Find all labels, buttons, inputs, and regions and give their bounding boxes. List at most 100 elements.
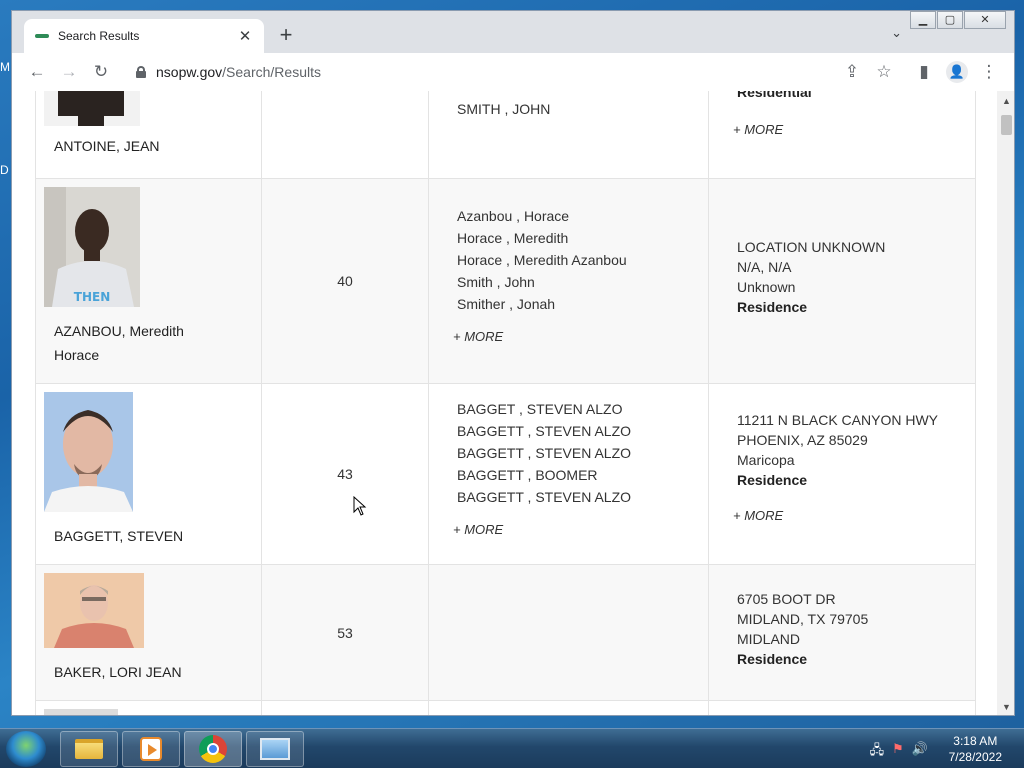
offender-photo[interactable]	[44, 573, 144, 648]
window-controls: ▁ ▢ ✕	[909, 11, 1006, 29]
alias-more-link[interactable]: + MORE	[453, 522, 503, 537]
remote-desktop-icon	[260, 738, 290, 760]
action-center-flag-icon[interactable]: ⚑	[892, 741, 904, 763]
browser-toolbar: ← → ↻ nsopw.gov/Search/Results ⇪ ☆ ▮ 👤 ⋮	[12, 53, 1014, 91]
taskbar: 🖧 ⚑ 🔊 3:18 AM 7/28/2022	[0, 728, 1024, 768]
scroll-up-icon[interactable]: ▲	[997, 93, 1014, 109]
clock-date: 7/28/2022	[948, 750, 1002, 764]
location-more-link[interactable]: + MORE	[733, 508, 783, 523]
location-type: Residential	[737, 91, 812, 100]
location-type: Residence	[737, 299, 808, 315]
share-icon[interactable]: ⇪	[841, 61, 863, 83]
alias-item: BAGGETT , BOOMER	[457, 467, 598, 483]
url-path: /Search/Results	[222, 64, 321, 80]
offender-name[interactable]: ANTOINE, JEAN	[54, 134, 253, 158]
alias-cell: BAGGET , STEVEN ALZO BAGGETT , STEVEN AL…	[428, 383, 709, 565]
address-bar[interactable]: nsopw.gov/Search/Results	[128, 58, 868, 86]
taskbar-clock[interactable]: 3:18 AM 7/28/2022	[949, 733, 1002, 765]
table-row: ANTOINE, JEAN 53 SMITH , JOHN Residentia…	[35, 91, 976, 179]
location-block: LOCATION UNKNOWN N/A, N/A Unknown Reside…	[737, 237, 975, 317]
location-line: MIDLAND, TX 79705	[737, 611, 869, 627]
chrome-icon	[199, 735, 227, 763]
alias-cell: Azanbou , Horace Horace , Meredith Horac…	[428, 178, 709, 384]
offender-photo[interactable]	[44, 709, 118, 716]
table-row: THEN AZANBOU, Meredith Horace 40 Azanbou…	[35, 178, 976, 384]
tab-title: Search Results	[58, 29, 140, 43]
bookmark-star-icon[interactable]: ☆	[873, 61, 895, 83]
name-cell: ANTOINE, JEAN	[35, 91, 262, 179]
offender-photo[interactable]	[44, 91, 140, 126]
side-panel-icon[interactable]: ▮	[913, 61, 935, 83]
offender-name[interactable]: BAGGETT, STEVEN	[54, 524, 253, 548]
location-block: 11211 N BLACK CANYON HWY PHOENIX, AZ 850…	[737, 410, 975, 490]
age-cell	[261, 700, 429, 715]
taskbar-media-player[interactable]	[122, 731, 180, 767]
age-cell: 43	[261, 383, 429, 565]
tab-search-results[interactable]: Search Results ✕	[24, 19, 264, 53]
desktop-icon-label-2: D	[0, 163, 9, 177]
nsopw-favicon-icon	[34, 28, 50, 44]
offender-photo[interactable]: THEN	[44, 187, 140, 307]
location-cell: Residential + MORE	[708, 91, 976, 179]
forward-icon[interactable]: →	[58, 61, 80, 83]
name-cell: BAGGETT, STEVEN	[35, 383, 262, 565]
location-line: Unknown	[737, 279, 796, 295]
offender-photo[interactable]	[44, 392, 133, 512]
browser-window: Search Results ✕ + ⌄ ▁ ▢ ✕ ← → ↻ nsopw.g…	[11, 10, 1015, 716]
scrollbar-thumb[interactable]	[1001, 115, 1012, 135]
profile-avatar[interactable]: 👤	[946, 61, 968, 83]
alias-list: BAGGET , STEVEN ALZO BAGGETT , STEVEN AL…	[457, 398, 708, 508]
location-line: 6705 BOOT DR	[737, 591, 836, 607]
name-line: AZANBOU, Meredith	[54, 323, 184, 339]
alias-item: BAGGETT , STEVEN ALZO	[457, 423, 632, 439]
back-icon[interactable]: ←	[26, 61, 48, 83]
desktop-icon-label-1: M	[0, 60, 10, 74]
alias-cell	[428, 564, 709, 701]
name-cell: BAKER, LORI JEAN	[35, 564, 262, 701]
mouse-cursor-icon	[353, 496, 367, 516]
reload-icon[interactable]: ↻	[90, 61, 112, 83]
url-domain: nsopw.gov	[156, 64, 223, 80]
minimize-button[interactable]: ▁	[910, 11, 936, 29]
network-icon[interactable]: 🖧	[870, 741, 885, 763]
media-player-icon	[140, 737, 162, 761]
alias-more-link[interactable]: + MORE	[453, 329, 503, 344]
close-window-button[interactable]: ✕	[964, 11, 1006, 29]
location-line: 11211 N BLACK CANYON HWY	[737, 412, 938, 428]
location-cell: 6705 BOOT DR MIDLAND, TX 79705 MIDLAND R…	[708, 564, 976, 701]
alias-list: Azanbou , Horace Horace , Meredith Horac…	[457, 205, 708, 315]
scroll-down-icon[interactable]: ▼	[997, 699, 1014, 715]
maximize-button[interactable]: ▢	[937, 11, 963, 29]
location-line: N/A, N/A	[737, 259, 792, 275]
results-table: ANTOINE, JEAN 53 SMITH , JOHN Residentia…	[35, 91, 976, 716]
vertical-scrollbar[interactable]: ▲ ▼	[997, 91, 1014, 715]
lock-icon[interactable]	[136, 66, 146, 78]
taskbar-remote-desktop[interactable]	[246, 731, 304, 767]
offender-name[interactable]: AZANBOU, Meredith Horace	[54, 319, 253, 367]
age-cell: 40	[261, 178, 429, 384]
new-tab-icon[interactable]: +	[274, 23, 298, 47]
location-cell	[708, 700, 976, 715]
name-line: Horace	[54, 347, 100, 363]
alias-cell	[428, 700, 709, 715]
menu-icon[interactable]: ⋮	[978, 61, 1000, 83]
taskbar-chrome[interactable]	[184, 731, 242, 767]
page-content: ANTOINE, JEAN 53 SMITH , JOHN Residentia…	[12, 91, 997, 716]
name-cell	[35, 700, 262, 716]
location-cell: LOCATION UNKNOWN N/A, N/A Unknown Reside…	[708, 178, 976, 384]
volume-icon[interactable]: 🔊	[912, 741, 928, 763]
offender-name[interactable]: BAKER, LORI JEAN	[54, 660, 253, 684]
taskbar-file-explorer[interactable]	[60, 731, 118, 767]
tab-search-icon[interactable]: ⌄	[891, 25, 902, 41]
location-more-link[interactable]: + MORE	[733, 122, 783, 137]
alias-item: BAGGET , STEVEN ALZO	[457, 401, 623, 417]
alias-item: Smither , Jonah	[457, 296, 556, 312]
start-button[interactable]	[6, 731, 46, 767]
url-text: nsopw.gov/Search/Results	[156, 64, 321, 80]
location-line: LOCATION UNKNOWN	[737, 239, 886, 255]
alias-item: Horace , Meredith Azanbou	[457, 252, 627, 268]
tab-strip: Search Results ✕ + ⌄ ▁ ▢ ✕	[12, 11, 1014, 53]
svg-text:THEN: THEN	[74, 290, 110, 304]
alias-item: SMITH , JOHN	[457, 101, 551, 117]
close-tab-icon[interactable]: ✕	[236, 27, 254, 45]
